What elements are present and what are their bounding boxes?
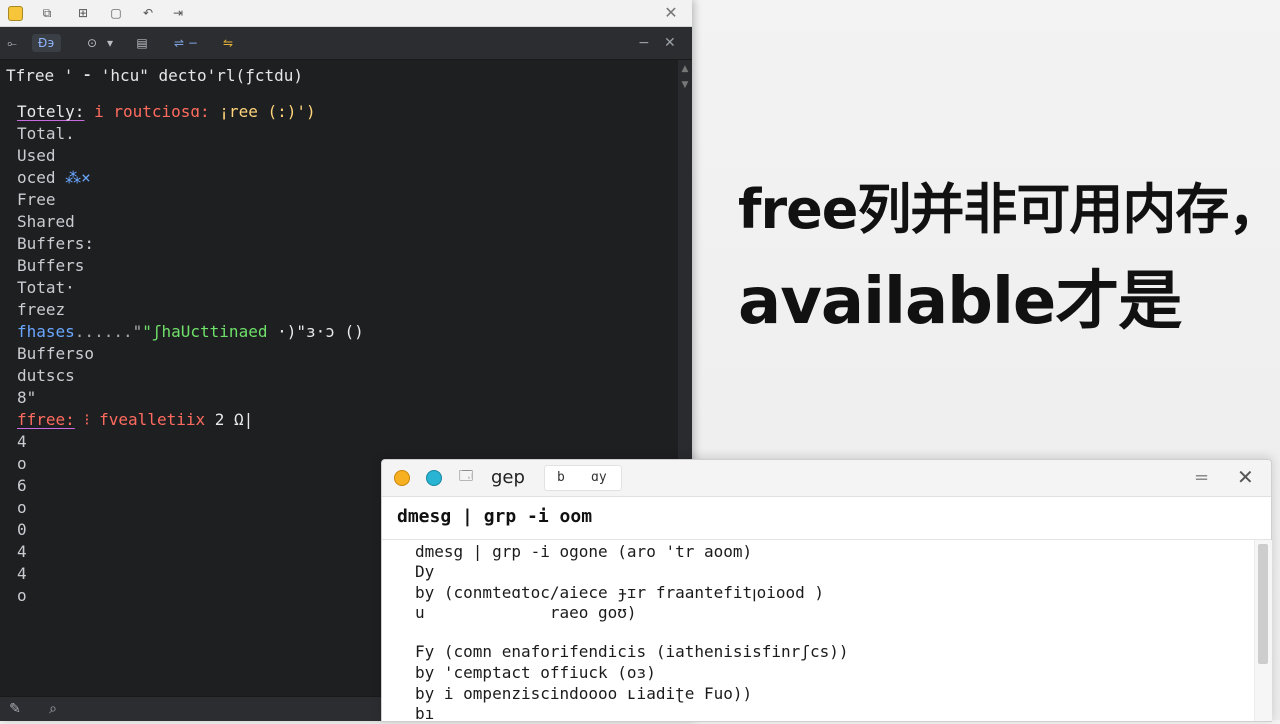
output-line: Fy (comn enaforifendicis (iathenisisfinr… <box>415 642 849 661</box>
close-panel-icon[interactable]: ✕ <box>664 34 676 52</box>
output-line: 8" <box>17 388 37 407</box>
output-line: oced ⁂× <box>17 168 91 187</box>
minimize-icon[interactable]: − <box>638 34 650 52</box>
output-line: dmesg | grp -i ogone (aro 'tr aoom) <box>415 542 753 561</box>
tab-active[interactable]: Đ϶ <box>32 34 61 52</box>
output-line: Total. <box>17 124 75 143</box>
app-icon[interactable] <box>8 6 23 21</box>
tab-label: ɑy <box>591 470 607 485</box>
scroll-thumb[interactable] <box>1258 544 1268 664</box>
settings-icon[interactable]: ⊙ <box>84 34 100 52</box>
output-line: o <box>17 498 27 517</box>
output-line: Used <box>17 146 56 165</box>
tab-label: b <box>557 470 565 485</box>
caption-line-1: free列并非可用内存， <box>738 178 1280 241</box>
terminal-titlebar: ⧉ ⊞ ▢ ↶ ⇥ ✕ <box>0 0 692 27</box>
output-line: 4 <box>17 432 27 451</box>
output-line: Totely: i routciosɑ: ¡ree (:)') <box>17 102 316 121</box>
output-line: o <box>17 454 27 473</box>
output-line: o <box>17 586 27 605</box>
output-line: Bufferso <box>17 344 95 363</box>
output-line: Buffers <box>17 256 85 275</box>
minimize-dot-icon[interactable] <box>394 470 410 486</box>
output-line: Buffers: <box>17 234 95 253</box>
window-title: gep <box>491 467 525 488</box>
forward-icon[interactable]: ⇥ <box>170 5 186 21</box>
window-icon[interactable]: ▢ <box>108 5 124 21</box>
split-icon[interactable]: ⇌ − <box>168 34 204 52</box>
caption: free列并非可用内存， available才是 <box>738 168 1280 352</box>
caption-line-2: available才是 <box>738 265 1182 339</box>
output-line: by 'cemptact offiuck (oɜ) <box>415 663 656 682</box>
close-icon[interactable]: ✕ <box>660 2 682 24</box>
maximize-dot-icon[interactable] <box>426 470 442 486</box>
scroll-up-icon[interactable]: ▲ <box>678 62 692 76</box>
terminal-toolbar: ⟜ Đ϶ ⊙ ▾ ▤ ⇌ − ⇋ − ✕ <box>0 27 692 60</box>
search-icon[interactable]: ⌕ <box>44 700 62 718</box>
edit-icon[interactable]: ✎ <box>6 700 24 718</box>
output-line: freez <box>17 300 66 319</box>
scroll-down-icon[interactable]: ▼ <box>678 78 692 92</box>
output-line: dutscs <box>17 366 75 385</box>
output-line: u raeo goʊ) <box>415 603 637 622</box>
output-line: Dy <box>415 562 435 581</box>
close-icon[interactable]: ✕ <box>1237 466 1254 488</box>
copy-icon[interactable]: ⧉ <box>39 5 55 21</box>
output-line: Totat· <box>17 278 75 297</box>
output-line: fhases......""ʃhaUcttinaed ·)"ɜ·ɔ () <box>17 322 364 341</box>
output-line: Shared <box>17 212 75 231</box>
minimize-icon[interactable]: = <box>1194 467 1209 489</box>
prompt-line: Tfree ' ⁃ 'hcu" decto'rl(ƒctdu) <box>6 66 303 85</box>
brush-icon[interactable]: ⇋ <box>220 34 236 52</box>
output-line: by (conmteɑtoc/aiece ɟɪr fraantefitꞁoioo… <box>415 583 825 602</box>
grep-window: 🗔 gep b ɑy = ✕ dmesg | grp -i oom dmesg … <box>381 459 1272 723</box>
window-icon[interactable]: 🗔 <box>458 469 474 485</box>
output-line: 4 <box>17 564 27 583</box>
chevron-down-icon[interactable]: ▾ <box>104 34 116 52</box>
output-line: bı <box>415 704 435 723</box>
tool-icon[interactable]: ⟜ <box>4 34 20 52</box>
grep-output[interactable]: dmesg | grp -i ogone (aro 'tr aoom) Dy b… <box>382 540 1254 723</box>
command-bar[interactable]: dmesg | grp -i oom <box>382 497 1271 540</box>
grep-titlebar: 🗔 gep b ɑy = ✕ <box>382 460 1271 497</box>
output-line: 6 <box>17 476 27 495</box>
tab[interactable]: b ɑy <box>544 465 622 491</box>
command-text: dmesg | grp -i oom <box>397 506 593 527</box>
output-line: by i ompenziscindoooo ʟiadiʈe Fuo)) <box>415 684 753 703</box>
output-line: 0 <box>17 520 27 539</box>
layers-icon[interactable]: ⊞ <box>75 5 91 21</box>
output-line: ffree: ⁝ fvealletiix 2 Ω| <box>17 410 254 429</box>
back-icon[interactable]: ↶ <box>140 5 156 21</box>
grep-scrollbar[interactable] <box>1254 540 1272 721</box>
output-line: 4 <box>17 542 27 561</box>
output-line: Free <box>17 190 56 209</box>
document-icon[interactable]: ▤ <box>134 34 150 52</box>
